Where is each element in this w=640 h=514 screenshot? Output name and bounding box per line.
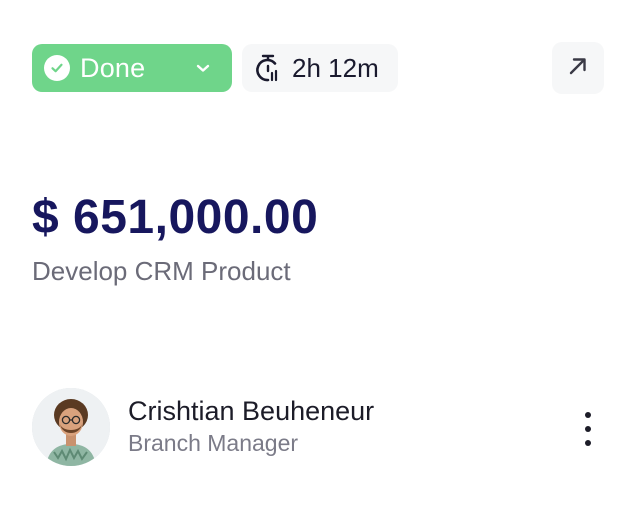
owner-name: Crishtian Beuheneur — [128, 396, 375, 426]
status-label: Done — [80, 52, 146, 83]
time-tracked[interactable]: 2h 12m — [242, 44, 398, 92]
more-vertical-icon — [583, 409, 593, 454]
check-circle-icon — [44, 55, 70, 81]
owner-role: Branch Manager — [128, 430, 299, 456]
chevron-down-icon — [192, 57, 214, 79]
deal-amount: $ 651,000.00 — [32, 191, 319, 244]
status-dropdown[interactable]: Done — [32, 44, 232, 92]
more-options-button[interactable] — [570, 406, 606, 456]
deal-card: Done 2h 12m $ 651,000.00 Develop CRM Pro… — [0, 0, 640, 514]
avatar-photo — [32, 388, 110, 466]
stopwatch-icon — [254, 53, 282, 83]
avatar[interactable] — [32, 388, 110, 466]
project-name: Develop CRM Product — [32, 256, 291, 286]
timer-value: 2h 12m — [292, 52, 379, 83]
open-deal-button[interactable] — [552, 42, 604, 94]
arrow-up-right-icon — [566, 54, 590, 83]
